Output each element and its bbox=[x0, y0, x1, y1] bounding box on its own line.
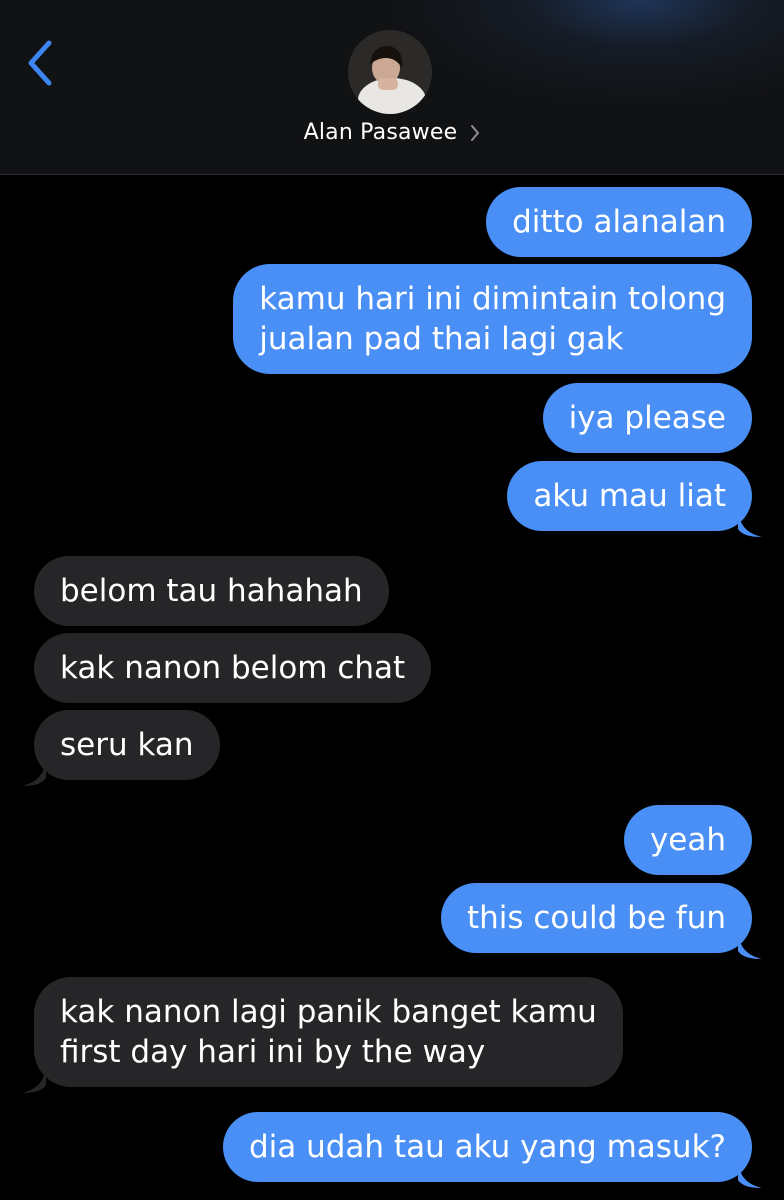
message-bubble[interactable]: iya please bbox=[542, 383, 752, 453]
back-button[interactable] bbox=[20, 38, 60, 88]
message-text: this could be fun bbox=[466, 900, 726, 936]
avatar-photo bbox=[348, 30, 432, 114]
bubble-tail bbox=[738, 511, 762, 537]
message-bubble[interactable]: aku mau liat bbox=[507, 461, 752, 531]
message-text: kak nanon belom chat bbox=[60, 650, 406, 686]
message-bubble[interactable]: kak nanon belom chat bbox=[34, 633, 432, 703]
message-text: jualan pad thai lagi gak bbox=[259, 321, 624, 357]
message-bubble[interactable]: ditto alanalan bbox=[486, 187, 752, 257]
message-text: belom tau hahahah bbox=[60, 573, 363, 609]
message-thread[interactable]: ditto alanalan kamu hari ini dimintain t… bbox=[0, 175, 784, 1200]
message-text: yeah bbox=[649, 822, 726, 858]
message-text: iya please bbox=[568, 400, 726, 436]
bubble-tail bbox=[22, 1067, 46, 1093]
chevron-right-icon bbox=[471, 124, 480, 141]
bubble-tail bbox=[738, 933, 762, 959]
contact-details-button[interactable]: Alan Pasawee bbox=[0, 120, 784, 145]
message-text: kak nanon lagi panik banget kamu bbox=[60, 994, 597, 1030]
message-bubble[interactable]: kak nanon lagi panik banget kamu first d… bbox=[34, 977, 623, 1087]
message-bubble[interactable]: dia udah tau aku yang masuk? bbox=[222, 1112, 752, 1182]
chevron-left-icon bbox=[28, 40, 52, 86]
conversation-header: Alan Pasawee bbox=[0, 0, 784, 175]
bubble-tail bbox=[22, 760, 46, 786]
message-bubble[interactable]: belom tau hahahah bbox=[34, 556, 389, 626]
message-text: kamu hari ini dimintain tolong bbox=[259, 281, 726, 317]
message-bubble[interactable]: kamu hari ini dimintain tolong jualan pa… bbox=[233, 264, 752, 374]
avatar[interactable] bbox=[348, 30, 432, 114]
message-text: dia udah tau aku yang masuk? bbox=[248, 1129, 726, 1165]
message-bubble[interactable]: seru kan bbox=[34, 710, 220, 780]
message-bubble[interactable]: yeah bbox=[623, 805, 752, 875]
message-text: seru kan bbox=[60, 727, 194, 763]
message-text: aku mau liat bbox=[533, 478, 726, 514]
bubble-tail bbox=[738, 1162, 762, 1188]
message-text: ditto alanalan bbox=[512, 204, 726, 240]
message-text: first day hari ini by the way bbox=[60, 1034, 486, 1070]
message-bubble[interactable]: this could be fun bbox=[440, 883, 752, 953]
contact-name: Alan Pasawee bbox=[303, 120, 458, 145]
